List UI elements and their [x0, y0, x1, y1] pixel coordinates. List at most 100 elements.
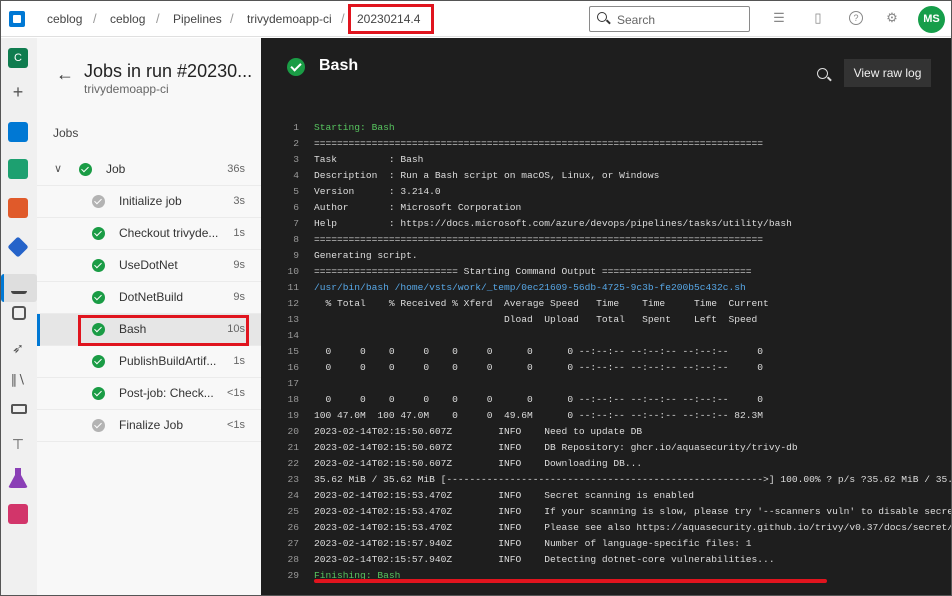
log-line-number[interactable]: 16	[261, 360, 299, 376]
log-line-text: Author : Microsoft Corporation	[314, 202, 522, 213]
view-raw-log-button[interactable]: View raw log	[844, 59, 931, 87]
log-line-text: Description : Run a Bash script on macOS…	[314, 170, 660, 181]
step-name: PublishBuildArtif...	[119, 354, 217, 368]
skipped-check-icon	[92, 419, 105, 432]
log-line: 10 ========================= Starting Com…	[261, 264, 951, 280]
log-line: 3 Task : Bash	[261, 152, 951, 168]
step-row-finalize-job[interactable]: Finalize Job <1s	[37, 410, 261, 442]
boards-icon[interactable]	[8, 159, 28, 179]
step-row-post-job-checkout[interactable]: Post-job: Check... <1s	[37, 378, 261, 410]
log-line-number[interactable]: 21	[261, 440, 299, 456]
step-name: UseDotNet	[119, 258, 178, 272]
log-line-number[interactable]: 22	[261, 456, 299, 472]
log-line-number[interactable]: 3	[261, 152, 299, 168]
log-line-number[interactable]: 29	[261, 568, 299, 584]
breadcrumb-separator: /	[93, 11, 97, 26]
step-row-initialize-job[interactable]: Initialize job 3s	[37, 186, 261, 218]
log-line: 27 2023-02-14T02:15:57.940Z INFO Number o…	[261, 536, 951, 552]
log-line-number[interactable]: 13	[261, 312, 299, 328]
step-row-dotnetbuild[interactable]: DotNetBuild 9s	[37, 282, 261, 314]
chevron-down-icon[interactable]: ∨	[54, 162, 62, 175]
log-line-text: 2023-02-14T02:15:53.470Z INFO Please see…	[314, 522, 952, 533]
library-icon[interactable]: ∥∖	[8, 372, 28, 392]
log-line: 11/usr/bin/bash /home/vsts/work/_temp/0e…	[261, 280, 951, 296]
step-name: DotNetBuild	[119, 290, 184, 304]
log-line-number[interactable]: 25	[261, 504, 299, 520]
log-line-text: % Total % Received % Xferd Average Speed…	[314, 298, 769, 309]
log-line-text: 100 47.0M 100 47.0M 0 0 49.6M 0 --:--:--…	[314, 410, 764, 421]
back-arrow-icon[interactable]: ←	[56, 64, 74, 85]
project-c-icon[interactable]: C	[8, 48, 28, 68]
step-row-checkout[interactable]: Checkout trivyde... 1s	[37, 218, 261, 250]
log-line-text: 2023-02-14T02:15:57.940Z INFO Number of …	[314, 538, 752, 549]
log-line-number[interactable]: 6	[261, 200, 299, 216]
help-icon[interactable]: ?	[849, 11, 863, 25]
log-line-number[interactable]: 14	[261, 328, 299, 344]
deployment-groups-icon[interactable]: ⊤	[8, 436, 28, 456]
repos-icon[interactable]	[8, 198, 28, 218]
log-line-number[interactable]: 15	[261, 344, 299, 360]
log-line-number[interactable]: 20	[261, 424, 299, 440]
user-settings-icon[interactable]: ⚙	[885, 11, 899, 25]
test-plans-icon[interactable]	[8, 468, 28, 488]
add-icon[interactable]: +	[8, 82, 28, 102]
breadcrumb-pipelines[interactable]: Pipelines	[173, 12, 222, 26]
log-search-icon[interactable]	[817, 68, 828, 79]
overview-icon[interactable]	[8, 122, 28, 142]
log-line-number[interactable]: 24	[261, 488, 299, 504]
breadcrumb-organization[interactable]: ceblog	[47, 12, 82, 26]
breadcrumb-pipeline[interactable]: trivydemoapp-ci	[247, 12, 332, 26]
log-line-number[interactable]: 10	[261, 264, 299, 280]
log-line-number[interactable]: 2	[261, 136, 299, 152]
log-line-number[interactable]: 23	[261, 472, 299, 488]
releases-icon[interactable]	[12, 306, 26, 320]
avatar[interactable]: MS	[918, 6, 945, 33]
log-line-text: 0 0 0 0 0 0 0 0 --:--:-- --:--:-- --:--:…	[314, 346, 764, 357]
log-line-number[interactable]: 7	[261, 216, 299, 232]
log-line: 5 Version : 3.214.0	[261, 184, 951, 200]
log-line-number[interactable]: 11	[261, 280, 299, 296]
log-line-number[interactable]: 4	[261, 168, 299, 184]
log-line: 28 2023-02-14T02:15:57.940Z INFO Detectin…	[261, 552, 951, 568]
search-box[interactable]: Search	[589, 6, 750, 32]
step-name: Finalize Job	[119, 418, 184, 432]
step-duration: <1s	[226, 419, 245, 431]
log-line-number[interactable]: 1	[261, 120, 299, 136]
log-line-number[interactable]: 8	[261, 232, 299, 248]
log-line: 22 2023-02-14T02:15:50.607Z INFO Download…	[261, 456, 951, 472]
breadcrumb-separator: /	[341, 11, 345, 26]
left-nav-rail: C + ➶ ∥∖ ⊤	[1, 38, 37, 595]
log-line-text: Task : Bash	[314, 154, 424, 165]
artifacts-icon[interactable]	[8, 504, 28, 524]
log-line: 18 0 0 0 0 0 0 0 0 --:--:-- --:--:-- --:…	[261, 392, 951, 408]
log-line-number[interactable]: 9	[261, 248, 299, 264]
log-line-number[interactable]: 5	[261, 184, 299, 200]
log-line-number[interactable]: 17	[261, 376, 299, 392]
task-groups-icon[interactable]	[11, 404, 27, 414]
step-name: Checkout trivyde...	[119, 226, 219, 240]
step-row-usedotnet[interactable]: UseDotNet 9s	[37, 250, 261, 282]
pipelines-icon[interactable]	[7, 236, 29, 258]
step-duration: 1s	[233, 227, 245, 239]
log-line: 21 2023-02-14T02:15:50.607Z INFO DB Repos…	[261, 440, 951, 456]
step-name: Initialize job	[119, 194, 182, 208]
success-check-icon	[92, 227, 105, 240]
azure-devops-logo-icon[interactable]	[9, 11, 25, 27]
log-line-number[interactable]: 18	[261, 392, 299, 408]
log-line-number[interactable]: 28	[261, 552, 299, 568]
log-line-text: 2023-02-14T02:15:50.607Z INFO Need to up…	[314, 426, 643, 437]
log-line-number[interactable]: 19	[261, 408, 299, 424]
marketplace-bag-icon[interactable]: ▯	[811, 11, 825, 25]
list-settings-icon[interactable]: ☰	[772, 11, 786, 25]
log-line-number[interactable]: 27	[261, 536, 299, 552]
breadcrumb-project[interactable]: ceblog	[110, 12, 145, 26]
log-line-number[interactable]: 12	[261, 296, 299, 312]
rocket-icon[interactable]: ➶	[8, 340, 28, 360]
log-line-number[interactable]: 26	[261, 520, 299, 536]
job-row[interactable]: ∨ Job 36s	[37, 154, 261, 186]
step-row-publishbuildartifacts[interactable]: PublishBuildArtif... 1s	[37, 346, 261, 378]
builds-icon[interactable]	[11, 278, 27, 294]
breadcrumb-separator: /	[230, 11, 234, 26]
step-duration: <1s	[226, 387, 245, 399]
log-line: 25 2023-02-14T02:15:53.470Z INFO If your …	[261, 504, 951, 520]
